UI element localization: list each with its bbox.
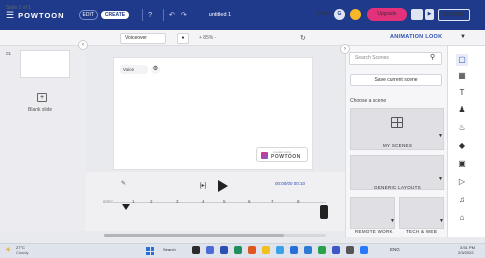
timeline-tick: 6	[248, 199, 251, 204]
video-icon[interactable]: ▷	[456, 176, 468, 188]
slide-number: 01	[6, 51, 12, 56]
play-preview-icon[interactable]: ▶	[425, 9, 434, 20]
card-label-remote-work: REMOTE WORK	[355, 229, 393, 234]
pattern-icon[interactable]: ▦	[456, 70, 468, 82]
create-mode-button[interactable]: CREATE	[100, 11, 130, 19]
shapes-icon[interactable]: ◆	[456, 140, 468, 152]
props-icon[interactable]: ♨	[456, 122, 468, 134]
card-label-generic-layouts: GENERIC LAYOUTS	[374, 185, 421, 190]
upgrade-button[interactable]: Upgrade	[367, 8, 407, 21]
powtoon-logo-icon	[261, 152, 268, 159]
timeline-track[interactable]	[106, 202, 326, 203]
blank-slide-label[interactable]: Blank slide	[28, 107, 52, 113]
timeline-tick: 1	[132, 199, 135, 204]
chevron-down-icon[interactable]: ▼	[438, 176, 443, 182]
music-icon[interactable]: ♫	[456, 194, 468, 206]
layout-icon[interactable]: ▢	[456, 54, 468, 66]
layout-grid-icon	[391, 117, 403, 128]
timeline-tick: 2	[150, 199, 153, 204]
brand-logo[interactable]: POWTOON	[18, 11, 64, 20]
chevron-down-icon[interactable]: ▼	[390, 218, 395, 224]
saved-status: SAVED	[316, 11, 333, 17]
play-icon[interactable]	[218, 180, 228, 192]
menu-icon[interactable]: ☰	[6, 10, 14, 21]
timeline-tick: 4	[202, 199, 205, 204]
save-scene-button[interactable]: Save current scene	[350, 74, 442, 86]
weather-condition: Cloudy	[16, 250, 29, 255]
timeline-tick: 3	[176, 199, 179, 204]
credits-icon[interactable]	[350, 9, 361, 20]
chat-icon[interactable]	[206, 246, 214, 254]
task-view-icon[interactable]	[192, 246, 200, 254]
add-slide-icon[interactable]: +	[37, 93, 47, 102]
microphone-icon[interactable]: ✎	[121, 180, 126, 187]
record-icon[interactable]: ●	[177, 33, 189, 44]
timeline-tick: 7	[271, 199, 274, 204]
refresh-icon[interactable]: ↻	[300, 34, 306, 42]
chevron-down-icon[interactable]: ▼	[438, 133, 443, 139]
voice-chip[interactable]: Voice	[120, 65, 148, 74]
system-tray[interactable]: ENG	[390, 247, 400, 252]
scene-card-remote-work[interactable]	[350, 197, 395, 229]
gear-icon[interactable]: ⚙	[151, 65, 160, 74]
export-button[interactable]: EXPORT	[438, 9, 470, 21]
chevron-down-icon[interactable]: ▼	[439, 218, 444, 224]
search-input[interactable]: Search Scenes	[349, 52, 442, 65]
characters-icon[interactable]: ♟	[456, 104, 468, 116]
chevron-down-icon[interactable]: ▼	[460, 34, 466, 40]
start-icon[interactable]	[146, 247, 154, 255]
redo-icon[interactable]: ↷	[181, 11, 187, 19]
frame-icon[interactable]: [▸]	[200, 182, 206, 189]
app-icon[interactable]	[332, 246, 340, 254]
templates-icon[interactable]: ⌂	[456, 212, 468, 224]
edge-icon[interactable]	[276, 246, 284, 254]
slide-thumbnail[interactable]	[20, 50, 70, 78]
taskbar-search[interactable]: Search	[163, 247, 176, 252]
store-icon[interactable]	[234, 246, 242, 254]
card-label-my-scenes: MY SCENES	[383, 143, 413, 148]
toolbar-divider	[142, 9, 144, 21]
media-icon[interactable]: ▣	[456, 158, 468, 170]
search-icon[interactable]: ⚲	[430, 53, 435, 61]
timeline-tick: 5	[223, 199, 226, 204]
file-explorer-icon[interactable]	[262, 246, 270, 254]
animation-look-dropdown[interactable]: ANIMATION LOOK	[390, 34, 442, 40]
voiceover-dropdown[interactable]: Voiceover	[120, 33, 166, 44]
timeline-tick: 8	[297, 199, 300, 204]
help-icon[interactable]: ?	[148, 12, 152, 19]
zoom-control[interactable]: + 85% -	[199, 35, 216, 41]
playhead[interactable]	[122, 204, 130, 210]
slide-counter: Slide 1 of 1	[6, 5, 32, 11]
mail-icon[interactable]	[290, 246, 298, 254]
text-icon[interactable]: T	[456, 87, 468, 99]
chrome-icon[interactable]	[318, 246, 326, 254]
office-icon[interactable]	[248, 246, 256, 254]
word-icon[interactable]	[304, 246, 312, 254]
avatar[interactable]: G	[334, 9, 345, 20]
os-taskbar	[0, 243, 485, 258]
document-title[interactable]: untitled 1	[209, 12, 231, 18]
choose-scene-label: Choose a scene	[350, 98, 387, 104]
watermark-brand: POWTOON	[271, 154, 301, 160]
powtoon-watermark: created using POWTOON	[256, 147, 308, 162]
collapse-left-icon[interactable]: ‹	[78, 40, 88, 50]
timeline-zoom-handle[interactable]	[320, 205, 328, 219]
toolbar-divider	[163, 9, 165, 21]
pen-icon[interactable]	[346, 246, 354, 254]
app-icon[interactable]	[360, 246, 368, 254]
preview-icon[interactable]	[411, 9, 423, 20]
app-icon[interactable]	[220, 246, 228, 254]
clock-date[interactable]: 2/3/2022	[458, 250, 474, 255]
card-label-tech-web: TECH & WEB	[406, 229, 438, 234]
scene-card-tech-web[interactable]	[399, 197, 444, 229]
undo-icon[interactable]: ↶	[169, 11, 175, 19]
time-readout: 00:00/00 00:10	[275, 181, 306, 186]
weather-icon[interactable]: ☀	[5, 246, 11, 254]
edit-mode-button[interactable]: EDIT	[78, 10, 98, 20]
timeline-scrollbar-thumb[interactable]	[104, 234, 284, 237]
